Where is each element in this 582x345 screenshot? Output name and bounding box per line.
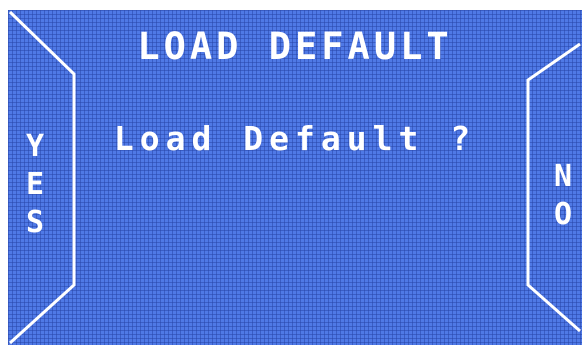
yes-letter-e: E [25, 167, 45, 202]
no-letter-n: N [553, 159, 573, 194]
yes-letter-y: Y [25, 129, 45, 164]
no-letter-o: O [553, 197, 573, 232]
no-softkey-label: N O [549, 158, 577, 234]
lcd-screen: LOAD DEFAULT Load Default ? Y E S N O [8, 10, 582, 345]
yes-letter-s: S [25, 205, 45, 240]
confirm-prompt: Load Default ? [113, 119, 477, 158]
yes-softkey-label: Y E S [21, 128, 49, 242]
screen-title: LOAD DEFAULT [137, 25, 453, 68]
